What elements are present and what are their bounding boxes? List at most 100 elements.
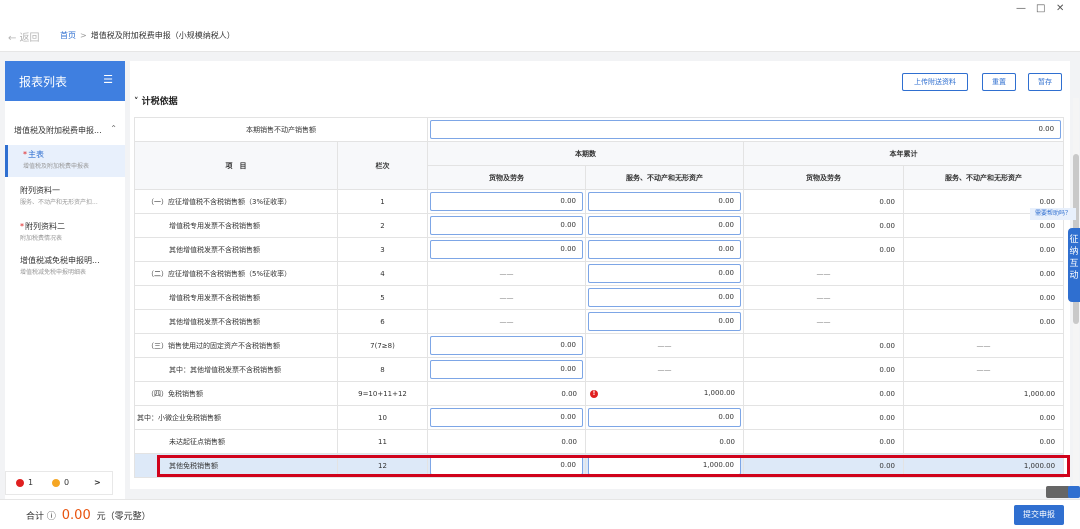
sidebar-group-label: 增值税及附加税费申报... bbox=[14, 126, 102, 135]
warning-count: 0 bbox=[64, 478, 70, 487]
row-label: 增值税专用发票不含税销售额 bbox=[134, 285, 338, 310]
reset-button[interactable]: 重置 bbox=[982, 73, 1016, 91]
back-button[interactable]: ← 返回 bbox=[8, 29, 40, 44]
table-row: （四）免税销售额 9=10+11+12 0.00 ! 1,000.00 0.00 … bbox=[134, 381, 1065, 406]
row-column-no: 5 bbox=[337, 285, 428, 310]
amount-input[interactable]: 0.00 bbox=[430, 336, 583, 355]
sidebar-item-sub: 服务、不动产和无形资产扣... bbox=[20, 199, 98, 206]
header-column-no: 栏次 bbox=[337, 141, 428, 190]
amount-input[interactable]: 0.00 bbox=[430, 192, 583, 211]
save-draft-button[interactable]: 暂存 bbox=[1028, 73, 1062, 91]
amount-input[interactable]: 0.00 bbox=[430, 216, 583, 235]
row-label: 其中：小微企业免税销售额 bbox=[134, 405, 338, 430]
amount-input[interactable]: 0.00 bbox=[588, 240, 741, 259]
sidebar-item-sub: 增值税减免税申报明细表 bbox=[20, 269, 87, 276]
total-label: 合计 bbox=[26, 512, 45, 522]
sidebar-group[interactable]: 增值税及附加税费申报... ⌃ bbox=[5, 121, 125, 139]
sidebar-item-main[interactable]: *主表 增值税及附加税费申报表 bbox=[5, 145, 125, 177]
amount-value: 0.00 bbox=[902, 429, 1065, 454]
sidebar-item-sub: 附加税费情况表 bbox=[20, 235, 63, 242]
breadcrumb: 首页 > 增值税及附加税费申报（小规模纳税人） bbox=[60, 30, 235, 41]
upload-attachment-button[interactable]: 上传附送资料 bbox=[902, 73, 968, 91]
chevron-up-icon[interactable]: ⌃ bbox=[110, 124, 117, 133]
menu-icon[interactable]: ☰ bbox=[103, 73, 113, 86]
sidebar-header: 报表列表 ☰ bbox=[5, 61, 125, 101]
row-label: （一）应征增值税不含税销售额（3%征收率） bbox=[134, 189, 338, 214]
sidebar-item-label: 增值税减免税申报明... bbox=[20, 256, 100, 265]
not-applicable: —— bbox=[743, 261, 904, 286]
amount-input[interactable]: 0.00 bbox=[588, 192, 741, 211]
error-icon bbox=[16, 479, 24, 487]
row-column-no: 11 bbox=[337, 429, 428, 454]
breadcrumb-home[interactable]: 首页 bbox=[60, 31, 76, 40]
header-year-to-date: 本年累计 bbox=[742, 141, 1065, 166]
row-label: 其他增值税发票不含税销售额 bbox=[134, 237, 338, 262]
row-label: 其中：其他增值税发票不含税销售额 bbox=[134, 357, 338, 382]
header-goods: 货物及劳务 bbox=[427, 165, 586, 190]
not-applicable: —— bbox=[743, 285, 904, 310]
row-label: 本期销售不动产销售额 bbox=[134, 117, 428, 142]
row-label: 增值税专用发票不含税销售额 bbox=[134, 213, 338, 238]
sidebar-item-attachment-2[interactable]: *附列资料二 附加税费情况表 bbox=[5, 217, 125, 249]
declaration-table: 本期销售不动产销售额 0.00 项 目 栏次 本期数 本年累计 货物及劳务 服务… bbox=[134, 117, 1065, 478]
row-label: （二）应征增值税不含税销售额（5%征收率） bbox=[134, 261, 338, 286]
table-row: 其中：小微企业免税销售额 10 0.00 0.00 0.00 0.00 bbox=[134, 405, 1065, 430]
header-item: 项 目 bbox=[134, 141, 338, 190]
amount-value: 0.00 bbox=[743, 213, 904, 238]
amount-value: 0.00 bbox=[743, 333, 904, 358]
table-row: （三）销售使用过的固定资产不含税销售额 7(7≥8) 0.00 —— 0.00 … bbox=[134, 333, 1065, 358]
amount-value: 0.00 bbox=[902, 309, 1065, 334]
amount-input[interactable]: 0.00 bbox=[430, 240, 583, 259]
keyboard-icon[interactable] bbox=[1046, 486, 1070, 498]
chat-icon[interactable] bbox=[1068, 486, 1080, 498]
maximize-icon[interactable]: □ bbox=[1036, 3, 1045, 14]
table-row: 其他增值税发票不含税销售额 3 0.00 0.00 0.00 0.00 bbox=[134, 237, 1065, 262]
not-applicable: —— bbox=[585, 333, 744, 358]
amount-input[interactable]: 0.00 bbox=[588, 312, 741, 331]
highlight-box bbox=[157, 455, 1070, 477]
amount-value: 0.00 bbox=[585, 429, 744, 454]
row-label: （三）销售使用过的固定资产不含税销售额 bbox=[134, 333, 338, 358]
sidebar-item-attachment-1[interactable]: 附列资料一 服务、不动产和无形资产扣... bbox=[5, 181, 125, 213]
close-icon[interactable]: ✕ bbox=[1056, 3, 1064, 14]
help-link[interactable]: 需要帮助吗？ bbox=[1030, 208, 1076, 220]
header-services: 服务、不动产和无形资产 bbox=[585, 165, 744, 190]
row-column-no: 8 bbox=[337, 357, 428, 382]
sidebar-item-label: *附列资料二 bbox=[20, 222, 65, 231]
row-column-no: 3 bbox=[337, 237, 428, 262]
footer-bar: 合计 ⓘ 0.00 元（零元整） 提交申报 bbox=[0, 499, 1080, 529]
validation-summary[interactable]: 1 0 > bbox=[5, 471, 113, 495]
info-icon[interactable]: ⓘ bbox=[47, 512, 56, 522]
amount-value: ! 1,000.00 bbox=[585, 381, 744, 406]
amount-value: 0.00 bbox=[427, 381, 586, 406]
amount-value: 0.00 bbox=[902, 285, 1065, 310]
not-applicable: —— bbox=[902, 333, 1065, 358]
window-titlebar: — □ ✕ bbox=[0, 0, 1080, 18]
amount-input[interactable]: 0.00 bbox=[588, 288, 741, 307]
minimize-icon[interactable]: — bbox=[1016, 3, 1026, 14]
chevron-right-icon[interactable]: > bbox=[94, 478, 101, 487]
row-column-no: 7(7≥8) bbox=[337, 333, 428, 358]
amount-input[interactable]: 0.00 bbox=[588, 216, 741, 235]
real-estate-sales-input[interactable]: 0.00 bbox=[430, 120, 1062, 139]
amount-value: 0.00 bbox=[902, 405, 1065, 430]
amount-value: 0.00 bbox=[902, 237, 1065, 262]
row-column-no: 2 bbox=[337, 213, 428, 238]
amount-input[interactable]: 0.00 bbox=[588, 264, 741, 283]
total-unit: 元（零元整） bbox=[96, 512, 151, 522]
row-label: 未达起征点销售额 bbox=[134, 429, 338, 454]
row-column-no: 10 bbox=[337, 405, 428, 430]
amount-value: 1,000.00 bbox=[902, 381, 1065, 406]
amount-input[interactable]: 0.00 bbox=[430, 408, 583, 427]
section-title: ˅ 计税依据 bbox=[134, 97, 178, 107]
sidebar-item-exemption[interactable]: 增值税减免税申报明... 增值税减免税申报明细表 bbox=[5, 251, 125, 283]
not-applicable: —— bbox=[585, 357, 744, 382]
interaction-tab[interactable]: 征纳互动 bbox=[1068, 228, 1080, 302]
sidebar-item-label: *主表 bbox=[23, 150, 44, 159]
error-icon[interactable]: ! bbox=[590, 390, 598, 398]
not-applicable: —— bbox=[427, 261, 586, 286]
header-services-ytd: 服务、不动产和无形资产 bbox=[902, 165, 1065, 190]
amount-input[interactable]: 0.00 bbox=[588, 408, 741, 427]
submit-declaration-button[interactable]: 提交申报 bbox=[1014, 505, 1064, 525]
amount-input[interactable]: 0.00 bbox=[430, 360, 583, 379]
